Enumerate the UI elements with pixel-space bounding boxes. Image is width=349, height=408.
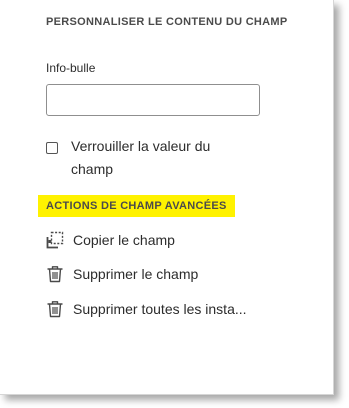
field-settings-panel: PERSONNALISER LE CONTENU DU CHAMP Info-b… bbox=[0, 0, 334, 395]
lock-value-label: Verrouiller la valeur du champ bbox=[71, 138, 211, 177]
copy-field-icon bbox=[46, 231, 64, 249]
tooltip-input[interactable] bbox=[46, 84, 260, 116]
delete-all-instances-label: Supprimer toutes les insta... bbox=[73, 301, 247, 317]
delete-field-action[interactable]: Supprimer le champ bbox=[46, 264, 198, 284]
trash-icon bbox=[47, 301, 63, 318]
delete-field-label: Supprimer le champ bbox=[73, 266, 199, 282]
advanced-actions-title: ACTIONS DE CHAMP AVANCÉES bbox=[38, 195, 235, 217]
tooltip-label: Info-bulle bbox=[46, 61, 96, 75]
customize-section-title: PERSONNALISER LE CONTENU DU CHAMP bbox=[46, 16, 288, 28]
delete-all-instances-action[interactable]: Supprimer toutes les insta... bbox=[46, 299, 247, 319]
trash-icon bbox=[47, 266, 63, 283]
lock-value-option[interactable]: Verrouiller la valeur du champ bbox=[46, 138, 241, 181]
copy-field-action[interactable]: Copier le champ bbox=[46, 230, 175, 250]
lock-value-checkbox[interactable] bbox=[46, 142, 58, 154]
copy-field-label: Copier le champ bbox=[73, 232, 175, 248]
